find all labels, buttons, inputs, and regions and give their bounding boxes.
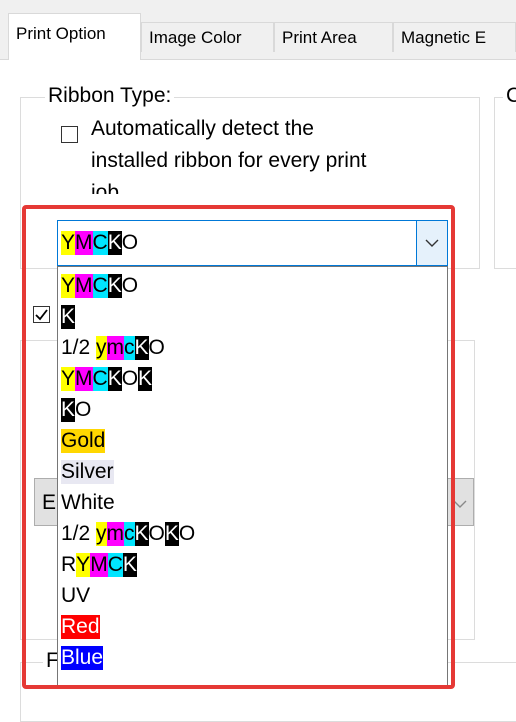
- checkmark-icon: [35, 309, 48, 321]
- tab-label: Magnetic E: [401, 28, 487, 47]
- swatch-c: C: [92, 231, 108, 255]
- swatch-y: Y: [61, 231, 76, 255]
- tab-magnetic-encoding[interactable]: Magnetic E: [393, 22, 516, 52]
- option-ko[interactable]: KO: [61, 394, 91, 425]
- combo-dropdown-button[interactable]: [416, 221, 447, 265]
- swatch-o: O: [121, 231, 139, 254]
- swatch-k: K: [107, 231, 122, 255]
- ribbon-type-combobox[interactable]: YMCKO: [57, 220, 448, 266]
- option-rymck[interactable]: RYMCK: [61, 549, 137, 580]
- option-k[interactable]: K: [61, 301, 76, 332]
- option-half-ymcko[interactable]: 1/2 ymcKO: [61, 332, 165, 363]
- auto-detect-label-line1: Automatically detect the: [91, 117, 314, 140]
- auto-detect-label-line3: job: [91, 181, 120, 194]
- tab-label: Image Color: [149, 28, 242, 47]
- right-groupbox: [494, 97, 516, 269]
- chevron-down-icon: [425, 239, 439, 247]
- option-uv[interactable]: UV: [61, 580, 90, 611]
- option-half-ymckoko[interactable]: 1/2 ymcKOKO: [61, 518, 195, 549]
- option-blue[interactable]: Blue: [61, 642, 104, 673]
- option-ymcko[interactable]: YMCKO: [61, 270, 138, 301]
- right-group-title: C: [503, 84, 516, 108]
- tab-label: Print Area: [282, 28, 357, 47]
- auto-detect-label-line2: installed ribbon for every print: [91, 149, 367, 172]
- tab-print-area[interactable]: Print Area: [274, 22, 393, 52]
- option-ymckok[interactable]: YMCKOK: [61, 363, 153, 394]
- tab-print-option[interactable]: Print Option: [8, 13, 141, 60]
- background-chevron-icon: [453, 496, 467, 514]
- option-white[interactable]: White: [61, 487, 115, 518]
- ribbon-type-title: Ribbon Type:: [45, 84, 175, 108]
- option-silver[interactable]: Silver: [61, 456, 114, 487]
- tab-label: Print Option: [16, 24, 106, 43]
- background-dropdown-letter: E: [42, 491, 57, 514]
- combo-selected-value: YMCKO: [61, 230, 138, 256]
- swatch-m: M: [75, 231, 93, 255]
- ribbon-type-dropdown-list[interactable]: YMCKO K 1/2 ymcKO YMCKOK KO Gold Silver …: [57, 266, 448, 689]
- tab-strip: Print Option Image Color Print Area Magn…: [0, 0, 516, 60]
- option-checkbox[interactable]: [33, 306, 50, 323]
- auto-detect-checkbox[interactable]: [61, 126, 78, 143]
- tab-image-color[interactable]: Image Color: [141, 22, 274, 52]
- option-gold[interactable]: Gold: [61, 425, 106, 456]
- option-red[interactable]: Red: [61, 611, 100, 642]
